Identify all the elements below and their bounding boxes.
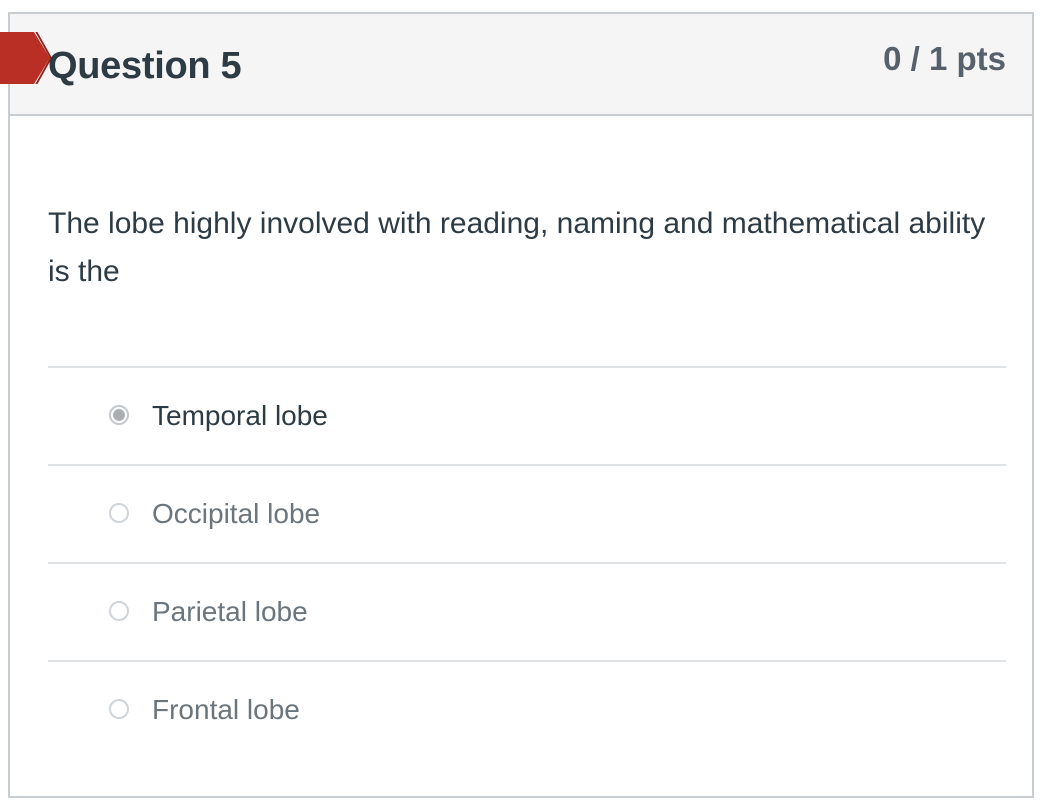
radio-icon[interactable] bbox=[109, 503, 129, 523]
answer-option[interactable]: Frontal lobe bbox=[48, 660, 1006, 758]
answer-label: Occipital lobe bbox=[152, 498, 321, 529]
answer-list: Temporal lobe Occipital lobe Parietal lo… bbox=[48, 366, 1006, 758]
answer-label: Temporal lobe bbox=[152, 400, 328, 431]
radio-selected-icon[interactable] bbox=[109, 405, 129, 425]
radio-icon[interactable] bbox=[109, 601, 129, 621]
answer-label: Parietal lobe bbox=[152, 596, 308, 627]
answer-label: Frontal lobe bbox=[152, 694, 300, 725]
answer-option[interactable]: Temporal lobe bbox=[48, 366, 1006, 464]
question-header: Question 5 0 / 1 pts bbox=[0, 14, 1032, 116]
question-text: The lobe highly involved with reading, n… bbox=[48, 207, 986, 288]
question-title: Question 5 bbox=[48, 45, 242, 87]
answer-option[interactable]: Occipital lobe bbox=[48, 464, 1006, 562]
answer-option[interactable]: Parietal lobe bbox=[48, 562, 1006, 660]
question-card: Question 5 0 / 1 pts The lobe highly inv… bbox=[0, 12, 1034, 798]
question-points: 0 / 1 pts bbox=[883, 40, 1006, 77]
radio-icon[interactable] bbox=[109, 699, 129, 719]
incorrect-flag-icon bbox=[0, 32, 50, 84]
